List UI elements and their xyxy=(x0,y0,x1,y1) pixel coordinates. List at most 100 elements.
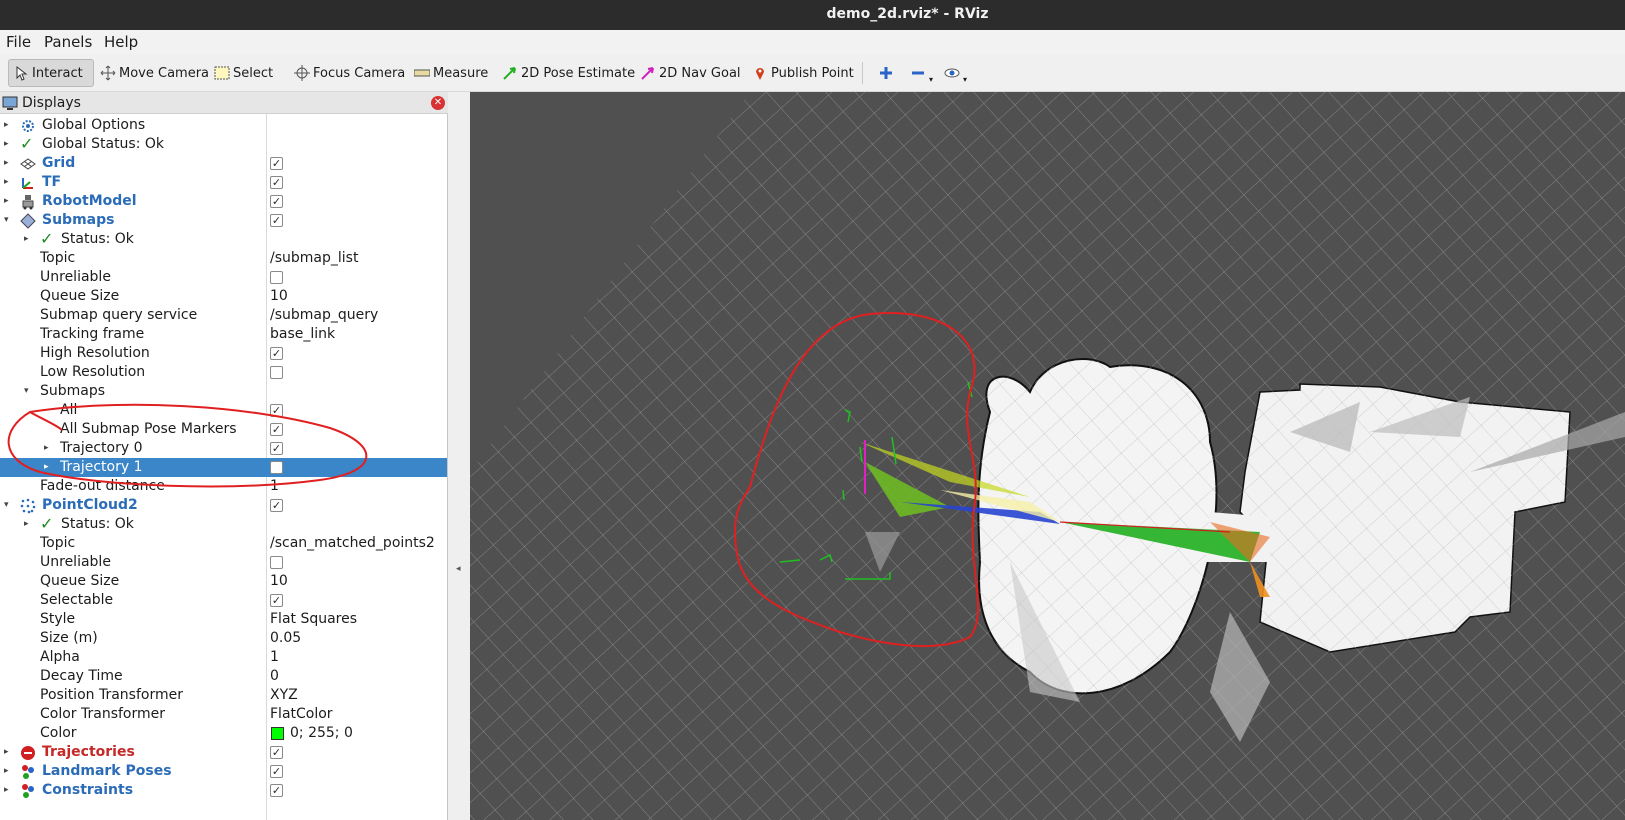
tree-row-submaps-group[interactable]: ▾ Submaps xyxy=(0,382,447,401)
row-value[interactable]: 1 xyxy=(270,477,279,496)
tree-row-tf[interactable]: ▸ TF ✓ xyxy=(0,173,447,192)
grid-enabled-checkbox[interactable]: ✓ xyxy=(270,157,283,170)
tree-row-trajectory-1[interactable]: ▸ Trajectory 1 xyxy=(0,458,447,477)
row-value[interactable]: 0; 255; 0 xyxy=(290,724,353,743)
tree-row-high-resolution[interactable]: High Resolution ✓ xyxy=(0,344,447,363)
tree-row-selectable[interactable]: Selectable ✓ xyxy=(0,591,447,610)
collapse-arrow-icon[interactable]: ▾ xyxy=(24,382,34,401)
expand-arrow-icon[interactable]: ▸ xyxy=(4,135,14,154)
tree-row-global-options[interactable]: ▸ Global Options xyxy=(0,116,447,135)
trajectories-enabled-checkbox[interactable]: ✓ xyxy=(270,746,283,759)
high-resolution-checkbox[interactable]: ✓ xyxy=(270,347,283,360)
trajectory-0-checkbox[interactable]: ✓ xyxy=(270,442,283,455)
expand-arrow-icon[interactable]: ▸ xyxy=(4,781,14,800)
tree-row-size[interactable]: Size (m) 0.05 xyxy=(0,629,447,648)
unreliable-checkbox[interactable] xyxy=(270,556,283,569)
menu-file[interactable]: File xyxy=(6,33,31,51)
tf-enabled-checkbox[interactable]: ✓ xyxy=(270,176,283,189)
interact-tool-button[interactable]: Interact xyxy=(8,59,94,87)
expand-arrow-icon[interactable]: ▸ xyxy=(4,743,14,762)
collapse-arrow-icon[interactable]: ▾ xyxy=(4,496,14,515)
map-render[interactable] xyxy=(470,92,1625,820)
landmark-poses-enabled-checkbox[interactable]: ✓ xyxy=(270,765,283,778)
pointcloud2-enabled-checkbox[interactable]: ✓ xyxy=(270,499,283,512)
expand-arrow-icon[interactable]: ▸ xyxy=(4,762,14,781)
tree-row-fade-out-distance[interactable]: Fade-out distance 1 xyxy=(0,477,447,496)
row-value[interactable]: Flat Squares xyxy=(270,610,357,629)
tree-row-alpha[interactable]: Alpha 1 xyxy=(0,648,447,667)
tree-row-pointcloud-topic[interactable]: Topic /scan_matched_points2 xyxy=(0,534,447,553)
row-value[interactable]: XYZ xyxy=(270,686,298,705)
tree-row-submap-query-service[interactable]: Submap query service /submap_query xyxy=(0,306,447,325)
tree-row-submaps-unreliable[interactable]: Unreliable xyxy=(0,268,447,287)
2d-pose-estimate-tool-button[interactable]: 2D Pose Estimate xyxy=(498,59,639,87)
focus-camera-tool-button[interactable]: Focus Camera xyxy=(290,59,409,87)
tree-row-pointcloud-queue-size[interactable]: Queue Size 10 xyxy=(0,572,447,591)
expand-arrow-icon[interactable]: ▸ xyxy=(4,173,14,192)
publish-point-tool-button[interactable]: Publish Point xyxy=(748,59,858,87)
row-value[interactable]: base_link xyxy=(270,325,335,344)
tree-row-low-resolution[interactable]: Low Resolution xyxy=(0,363,447,382)
row-value[interactable]: /scan_matched_points2 xyxy=(270,534,435,553)
tree-row-trajectory-0[interactable]: ▸ Trajectory 0 ✓ xyxy=(0,439,447,458)
tree-row-grid[interactable]: ▸ Grid ✓ xyxy=(0,154,447,173)
tree-row-style[interactable]: Style Flat Squares xyxy=(0,610,447,629)
tree-row-pointcloud2[interactable]: ▾ PointCloud2 ✓ xyxy=(0,496,447,515)
3d-viewport[interactable] xyxy=(470,92,1625,820)
row-value[interactable]: 0 xyxy=(270,667,279,686)
unreliable-checkbox[interactable] xyxy=(270,271,283,284)
row-value[interactable]: 10 xyxy=(270,572,288,591)
tree-row-color-transformer[interactable]: Color Transformer FlatColor xyxy=(0,705,447,724)
add-tool-button[interactable] xyxy=(874,59,901,87)
tree-row-tracking-frame[interactable]: Tracking frame base_link xyxy=(0,325,447,344)
tree-row-color[interactable]: Color 0; 255; 0 xyxy=(0,724,447,743)
row-value[interactable]: 1 xyxy=(270,648,279,667)
row-value[interactable]: 0.05 xyxy=(270,629,301,648)
low-resolution-checkbox[interactable] xyxy=(270,366,283,379)
expand-arrow-icon[interactable]: ▸ xyxy=(24,230,34,249)
tree-row-submaps-queue-size[interactable]: Queue Size 10 xyxy=(0,287,447,306)
tree-row-pointcloud-unreliable[interactable]: Unreliable xyxy=(0,553,447,572)
expand-arrow-icon[interactable]: ▸ xyxy=(4,116,14,135)
2d-nav-goal-tool-button[interactable]: 2D Nav Goal xyxy=(636,59,745,87)
tree-row-constraints[interactable]: ▸ Constraints ✓ xyxy=(0,781,447,800)
menu-help[interactable]: Help xyxy=(104,33,138,51)
submaps-enabled-checkbox[interactable]: ✓ xyxy=(270,214,283,227)
expand-arrow-icon[interactable]: ▸ xyxy=(44,458,54,477)
robotmodel-enabled-checkbox[interactable]: ✓ xyxy=(270,195,283,208)
row-value[interactable]: /submap_query xyxy=(270,306,378,325)
collapse-left-icon[interactable]: ◂ xyxy=(456,564,461,574)
expand-arrow-icon[interactable]: ▸ xyxy=(44,439,54,458)
tree-row-robotmodel[interactable]: ▸ RobotModel ✓ xyxy=(0,192,447,211)
row-value[interactable]: /submap_list xyxy=(270,249,358,268)
tree-row-decay-time[interactable]: Decay Time 0 xyxy=(0,667,447,686)
selectable-checkbox[interactable]: ✓ xyxy=(270,594,283,607)
move-camera-tool-button[interactable]: Move Camera xyxy=(96,59,213,87)
trajectory-1-checkbox[interactable] xyxy=(270,461,283,474)
menu-panels[interactable]: Panels xyxy=(44,33,92,51)
color-swatch[interactable] xyxy=(271,727,284,740)
tree-row-all-submap-pose-markers[interactable]: All Submap Pose Markers ✓ xyxy=(0,420,447,439)
measure-tool-button[interactable]: Measure xyxy=(410,59,492,87)
expand-arrow-icon[interactable]: ▸ xyxy=(4,154,14,173)
expand-arrow-icon[interactable]: ▸ xyxy=(4,192,14,211)
tree-row-global-status[interactable]: ▸ ✓ Global Status: Ok xyxy=(0,134,447,154)
row-value[interactable]: FlatColor xyxy=(270,705,333,724)
tree-row-position-transformer[interactable]: Position Transformer XYZ xyxy=(0,686,447,705)
view-tool-button[interactable]: ▾ xyxy=(940,59,971,87)
tree-row-landmark-poses[interactable]: ▸ Landmark Poses ✓ xyxy=(0,762,447,781)
pose-markers-checkbox[interactable]: ✓ xyxy=(270,423,283,436)
collapse-arrow-icon[interactable]: ▾ xyxy=(4,211,14,230)
tree-row-trajectories[interactable]: ▸ Trajectories ✓ xyxy=(0,743,447,762)
expand-arrow-icon[interactable]: ▸ xyxy=(24,515,34,534)
remove-tool-button[interactable]: ▾ xyxy=(906,59,937,87)
constraints-enabled-checkbox[interactable]: ✓ xyxy=(270,784,283,797)
select-tool-button[interactable]: Select xyxy=(210,59,277,87)
tree-row-submaps[interactable]: ▾ Submaps ✓ xyxy=(0,211,447,230)
tree-row-submaps-status[interactable]: ▸ ✓ Status: Ok xyxy=(0,229,447,249)
all-submaps-checkbox[interactable]: ✓ xyxy=(270,404,283,417)
tree-row-submaps-topic[interactable]: Topic /submap_list xyxy=(0,249,447,268)
tree-row-pointcloud-status[interactable]: ▸ ✓ Status: Ok xyxy=(0,514,447,534)
panel-splitter[interactable]: ◂ xyxy=(449,92,470,820)
close-panel-button[interactable]: ✕ xyxy=(431,96,445,110)
